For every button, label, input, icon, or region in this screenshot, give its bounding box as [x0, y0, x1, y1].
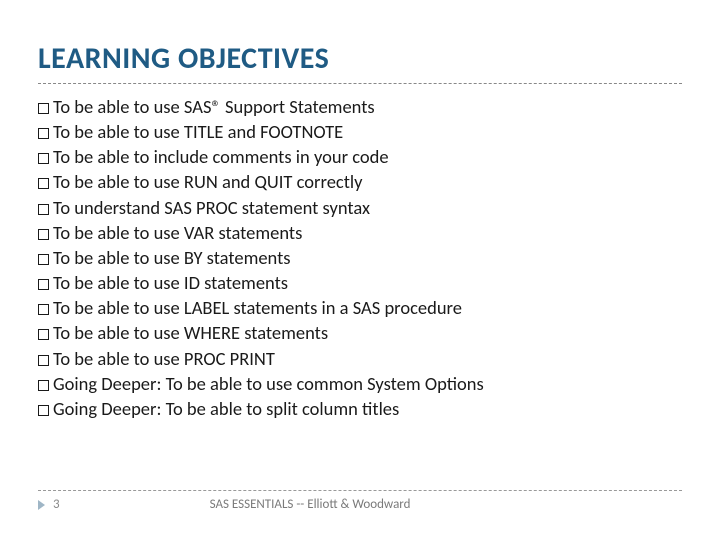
footer-divider	[38, 490, 682, 491]
checkbox-icon	[38, 254, 49, 265]
objective-text: Going Deeper: To be able to split column…	[53, 396, 399, 421]
list-item: To be able to use PROC PRINT	[38, 346, 682, 371]
list-item: To be able to use RUN and QUIT correctly	[38, 169, 682, 194]
checkbox-icon	[38, 355, 49, 366]
objective-text: To understand SAS PROC statement syntax	[53, 195, 370, 220]
objective-text: To be able to use RUN and QUIT correctly	[53, 169, 363, 194]
footer-marker-icon	[38, 500, 45, 510]
list-item: Going Deeper: To be able to split column…	[38, 396, 682, 421]
checkbox-icon	[38, 103, 49, 114]
objective-text: To be able to use VAR statements	[53, 220, 302, 245]
list-item: To be able to use TITLE and FOOTNOTE	[38, 119, 682, 144]
objective-text: To be able to use SAS® Support Statement…	[53, 94, 375, 119]
checkbox-icon	[38, 380, 49, 391]
checkbox-icon	[38, 329, 49, 340]
list-item: Going Deeper: To be able to use common S…	[38, 371, 682, 396]
page-title: LEARNING OBJECTIVES	[38, 40, 682, 77]
checkbox-icon	[38, 128, 49, 139]
list-item: To be able to use VAR statements	[38, 220, 682, 245]
objectives-list: To be able to use SAS® Support Statement…	[38, 94, 682, 421]
list-item: To be able to use ID statements	[38, 270, 682, 295]
footer: 3 SAS ESSENTIALS -- Elliott & Woodward	[38, 490, 682, 512]
checkbox-icon	[38, 204, 49, 215]
footer-text: SAS ESSENTIALS -- Elliott & Woodward	[210, 497, 411, 512]
objective-text: Going Deeper: To be able to use common S…	[53, 371, 484, 396]
list-item: To be able to use SAS® Support Statement…	[38, 94, 682, 119]
list-item: To be able to use WHERE statements	[38, 320, 682, 345]
footer-row: 3 SAS ESSENTIALS -- Elliott & Woodward	[38, 497, 682, 512]
title-divider	[38, 83, 682, 84]
checkbox-icon	[38, 279, 49, 290]
objective-text: To be able to use BY statements	[53, 245, 291, 270]
checkbox-icon	[38, 405, 49, 416]
list-item: To be able to include comments in your c…	[38, 144, 682, 169]
page-number: 3	[53, 497, 60, 512]
checkbox-icon	[38, 178, 49, 189]
slide: LEARNING OBJECTIVES To be able to use SA…	[0, 0, 720, 540]
list-item: To understand SAS PROC statement syntax	[38, 195, 682, 220]
objective-text: To be able to use ID statements	[53, 270, 288, 295]
list-item: To be able to use LABEL statements in a …	[38, 295, 682, 320]
objective-text: To be able to use PROC PRINT	[53, 346, 275, 371]
objective-text: To be able to include comments in your c…	[53, 144, 389, 169]
checkbox-icon	[38, 229, 49, 240]
objective-text: To be able to use WHERE statements	[53, 320, 328, 345]
checkbox-icon	[38, 153, 49, 164]
checkbox-icon	[38, 304, 49, 315]
objective-text: To be able to use LABEL statements in a …	[53, 295, 462, 320]
list-item: To be able to use BY statements	[38, 245, 682, 270]
objective-text: To be able to use TITLE and FOOTNOTE	[53, 119, 343, 144]
